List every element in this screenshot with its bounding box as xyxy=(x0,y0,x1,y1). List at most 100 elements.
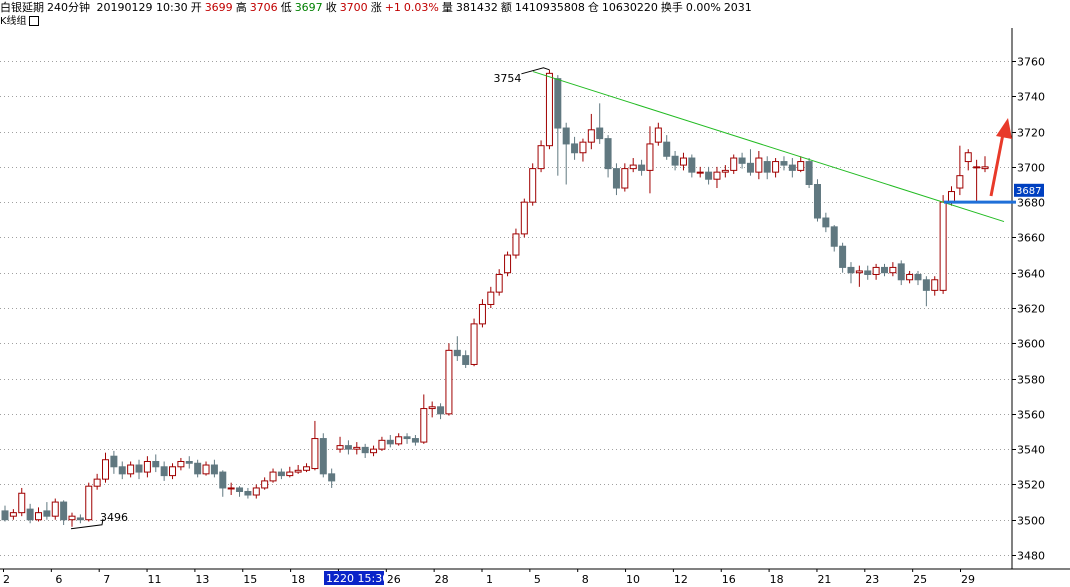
candle-body xyxy=(386,439,394,445)
candle xyxy=(219,470,227,497)
candle xyxy=(169,463,177,480)
candle xyxy=(696,166,704,178)
trend-line[interactable] xyxy=(532,71,1005,223)
candle-body xyxy=(931,279,939,291)
x-tick-label: 18 xyxy=(770,573,784,586)
candle xyxy=(571,136,579,160)
y-tick-label: 3480 xyxy=(1017,550,1045,563)
candle xyxy=(35,507,43,522)
candle xyxy=(437,403,445,420)
y-tick-label: 3600 xyxy=(1017,338,1045,351)
candle-body xyxy=(688,157,696,173)
candle-body xyxy=(947,191,955,203)
candle-body xyxy=(319,438,327,475)
candle-body xyxy=(855,270,863,274)
candle xyxy=(152,454,160,473)
highlighted-time-label: 1220 15:30 xyxy=(324,571,389,585)
y-tick-label: 3740 xyxy=(1017,91,1045,104)
candle xyxy=(520,198,528,238)
candle xyxy=(495,269,503,296)
candle xyxy=(261,477,269,490)
x-axis: 267111315182026281581012161821232529 xyxy=(3,569,975,586)
candle-body xyxy=(361,446,369,454)
candle xyxy=(579,138,587,162)
candle-body xyxy=(788,164,796,171)
low-marker-line xyxy=(70,518,104,530)
candle-body xyxy=(713,171,721,180)
candlestick-chart[interactable]: 3480 3500 3520 3540 3560 3580 3600 3620 3640 3660… xyxy=(0,0,1070,587)
y-tick-label: 3580 xyxy=(1017,374,1045,387)
candle xyxy=(897,260,905,286)
candle-body xyxy=(286,471,294,477)
x-tick-label: 5 xyxy=(534,573,541,586)
candle xyxy=(889,262,897,277)
candle-body xyxy=(587,129,595,143)
candle xyxy=(981,156,989,173)
candle-body xyxy=(127,464,135,475)
y-tick-label: 3720 xyxy=(1017,127,1045,140)
candle xyxy=(353,442,361,455)
candle xyxy=(537,140,545,173)
x-tick-label: 28 xyxy=(435,573,449,586)
candle-body xyxy=(604,138,612,170)
candle xyxy=(60,500,68,526)
x-tick-label: 25 xyxy=(913,573,927,586)
candle xyxy=(319,433,327,478)
candle-body xyxy=(973,166,981,169)
candle xyxy=(487,286,495,308)
candle-body xyxy=(671,155,679,166)
candle xyxy=(713,166,721,189)
candle xyxy=(85,482,93,522)
candle xyxy=(51,498,59,520)
candle-body xyxy=(629,164,637,170)
candle xyxy=(880,263,888,277)
x-tick-label: 6 xyxy=(55,573,62,586)
candle-body xyxy=(797,161,805,171)
candle-body xyxy=(269,471,277,482)
candle-body xyxy=(252,487,260,496)
x-tick-label: 16 xyxy=(722,573,736,586)
candle-body xyxy=(177,460,185,468)
candle-body xyxy=(981,166,989,170)
x-tick-label: 11 xyxy=(148,573,162,586)
candle-body xyxy=(1,510,9,521)
candle-body xyxy=(110,455,118,468)
x-tick-label: 29 xyxy=(961,573,975,586)
candle-body xyxy=(872,266,880,275)
candle xyxy=(194,459,202,478)
candle xyxy=(76,514,84,524)
annotations: 3754 3496 xyxy=(70,67,550,530)
candle xyxy=(864,265,872,280)
y-tick-label: 3620 xyxy=(1017,303,1045,316)
candle xyxy=(805,158,813,189)
candle xyxy=(504,251,512,277)
candle xyxy=(688,154,696,178)
high-marker-label: 3754 xyxy=(493,72,521,85)
candle-body xyxy=(420,408,428,443)
candle-body xyxy=(26,508,34,521)
candle xyxy=(839,242,847,273)
y-tick-label: 3760 xyxy=(1017,56,1045,69)
candle-body xyxy=(428,406,436,410)
candle xyxy=(922,276,930,307)
candle xyxy=(855,265,863,287)
candle-body xyxy=(9,512,17,517)
candle-body xyxy=(596,127,604,140)
candle-body xyxy=(914,273,922,281)
candle xyxy=(294,465,302,474)
candle xyxy=(604,135,612,178)
candle xyxy=(813,179,821,222)
x-tick-label: 18 xyxy=(291,573,305,586)
candle xyxy=(780,156,788,171)
y-axis: 3480 3500 3520 3540 3560 3580 3600 3620 3640 3660… xyxy=(1012,56,1045,563)
candle-body xyxy=(244,490,252,496)
candle xyxy=(830,225,838,252)
candle-body xyxy=(51,501,59,517)
candle-body xyxy=(813,184,821,219)
candles xyxy=(1,69,989,527)
candle xyxy=(118,461,126,480)
candle xyxy=(177,457,185,471)
candle xyxy=(252,484,260,499)
candle-body xyxy=(344,445,352,450)
candle xyxy=(303,463,311,473)
